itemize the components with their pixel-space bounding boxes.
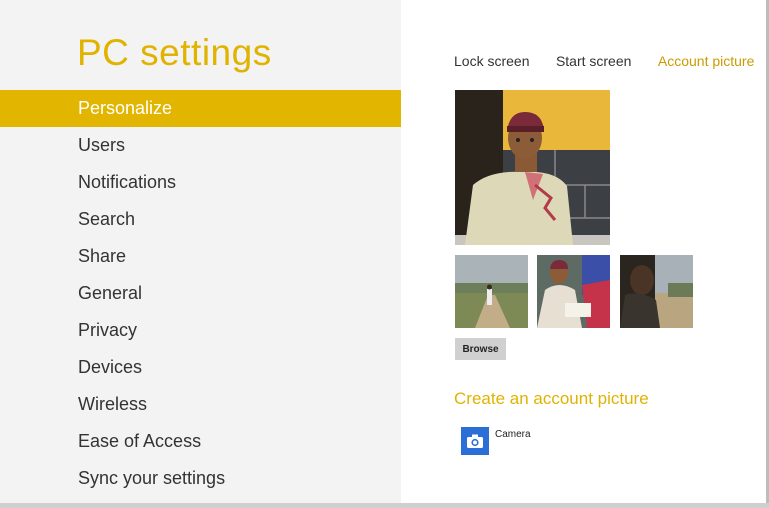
nav-item-search[interactable]: Search xyxy=(0,201,401,238)
nav-item-personalize[interactable]: Personalize xyxy=(0,90,401,127)
nav-item-general[interactable]: General xyxy=(0,275,401,312)
camera-app-button[interactable]: Camera xyxy=(461,427,551,455)
settings-nav: Personalize Users Notifications Search S… xyxy=(0,90,401,497)
tab-start-screen[interactable]: Start screen xyxy=(556,53,631,69)
tab-account-picture[interactable]: Account picture xyxy=(658,53,755,69)
content-pane xyxy=(401,0,767,503)
nav-item-privacy[interactable]: Privacy xyxy=(0,312,401,349)
nav-item-notifications[interactable]: Notifications xyxy=(0,164,401,201)
nav-item-sync-settings[interactable]: Sync your settings xyxy=(0,460,401,497)
nav-item-share[interactable]: Share xyxy=(0,238,401,275)
camera-tile xyxy=(461,427,489,455)
nav-item-wireless[interactable]: Wireless xyxy=(0,386,401,423)
nav-item-devices[interactable]: Devices xyxy=(0,349,401,386)
current-account-picture xyxy=(455,90,610,245)
settings-sidebar: PC settings Personalize Users Notificati… xyxy=(0,0,401,503)
page-title: PC settings xyxy=(77,32,272,73)
reading-photo-image xyxy=(537,255,610,328)
window-edge-bottom xyxy=(0,503,769,508)
recent-picture-2[interactable] xyxy=(537,255,610,328)
personalize-tabs: Lock screen Start screen Account picture xyxy=(454,53,754,71)
browse-button[interactable]: Browse xyxy=(455,338,506,360)
field-photo-image xyxy=(455,255,528,328)
profile-photo-image xyxy=(620,255,693,328)
recent-picture-1[interactable] xyxy=(455,255,528,328)
recent-picture-3[interactable] xyxy=(620,255,693,328)
tab-lock-screen[interactable]: Lock screen xyxy=(454,53,529,69)
camera-label: Camera xyxy=(495,429,531,440)
nav-item-ease-of-access[interactable]: Ease of Access xyxy=(0,423,401,460)
camera-icon xyxy=(467,434,483,448)
nav-item-users[interactable]: Users xyxy=(0,127,401,164)
account-photo-image xyxy=(455,90,610,245)
create-account-picture-heading: Create an account picture xyxy=(454,389,649,408)
